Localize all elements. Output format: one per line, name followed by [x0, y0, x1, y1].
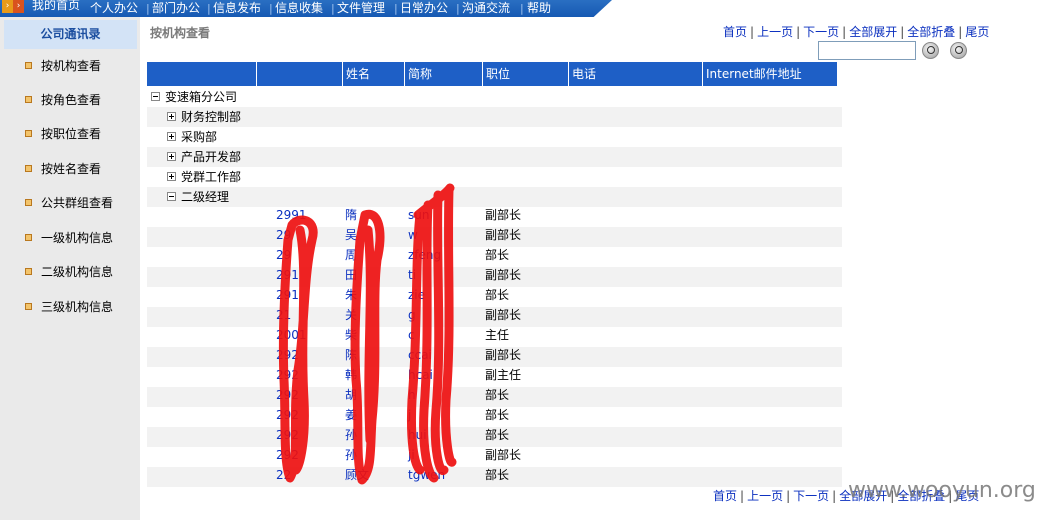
- redaction-scribble-abbr: [407, 183, 457, 483]
- redaction-scribble-name: [350, 209, 385, 485]
- redaction-scribbles: [278, 183, 457, 485]
- next-page-link[interactable]: 下一页: [793, 489, 829, 503]
- prev-page-link[interactable]: 上一页: [747, 489, 783, 503]
- first-page-link[interactable]: 首页: [713, 489, 737, 503]
- redaction-scribble-id: [278, 215, 318, 483]
- watermark: www.wooyun.org: [848, 478, 1036, 503]
